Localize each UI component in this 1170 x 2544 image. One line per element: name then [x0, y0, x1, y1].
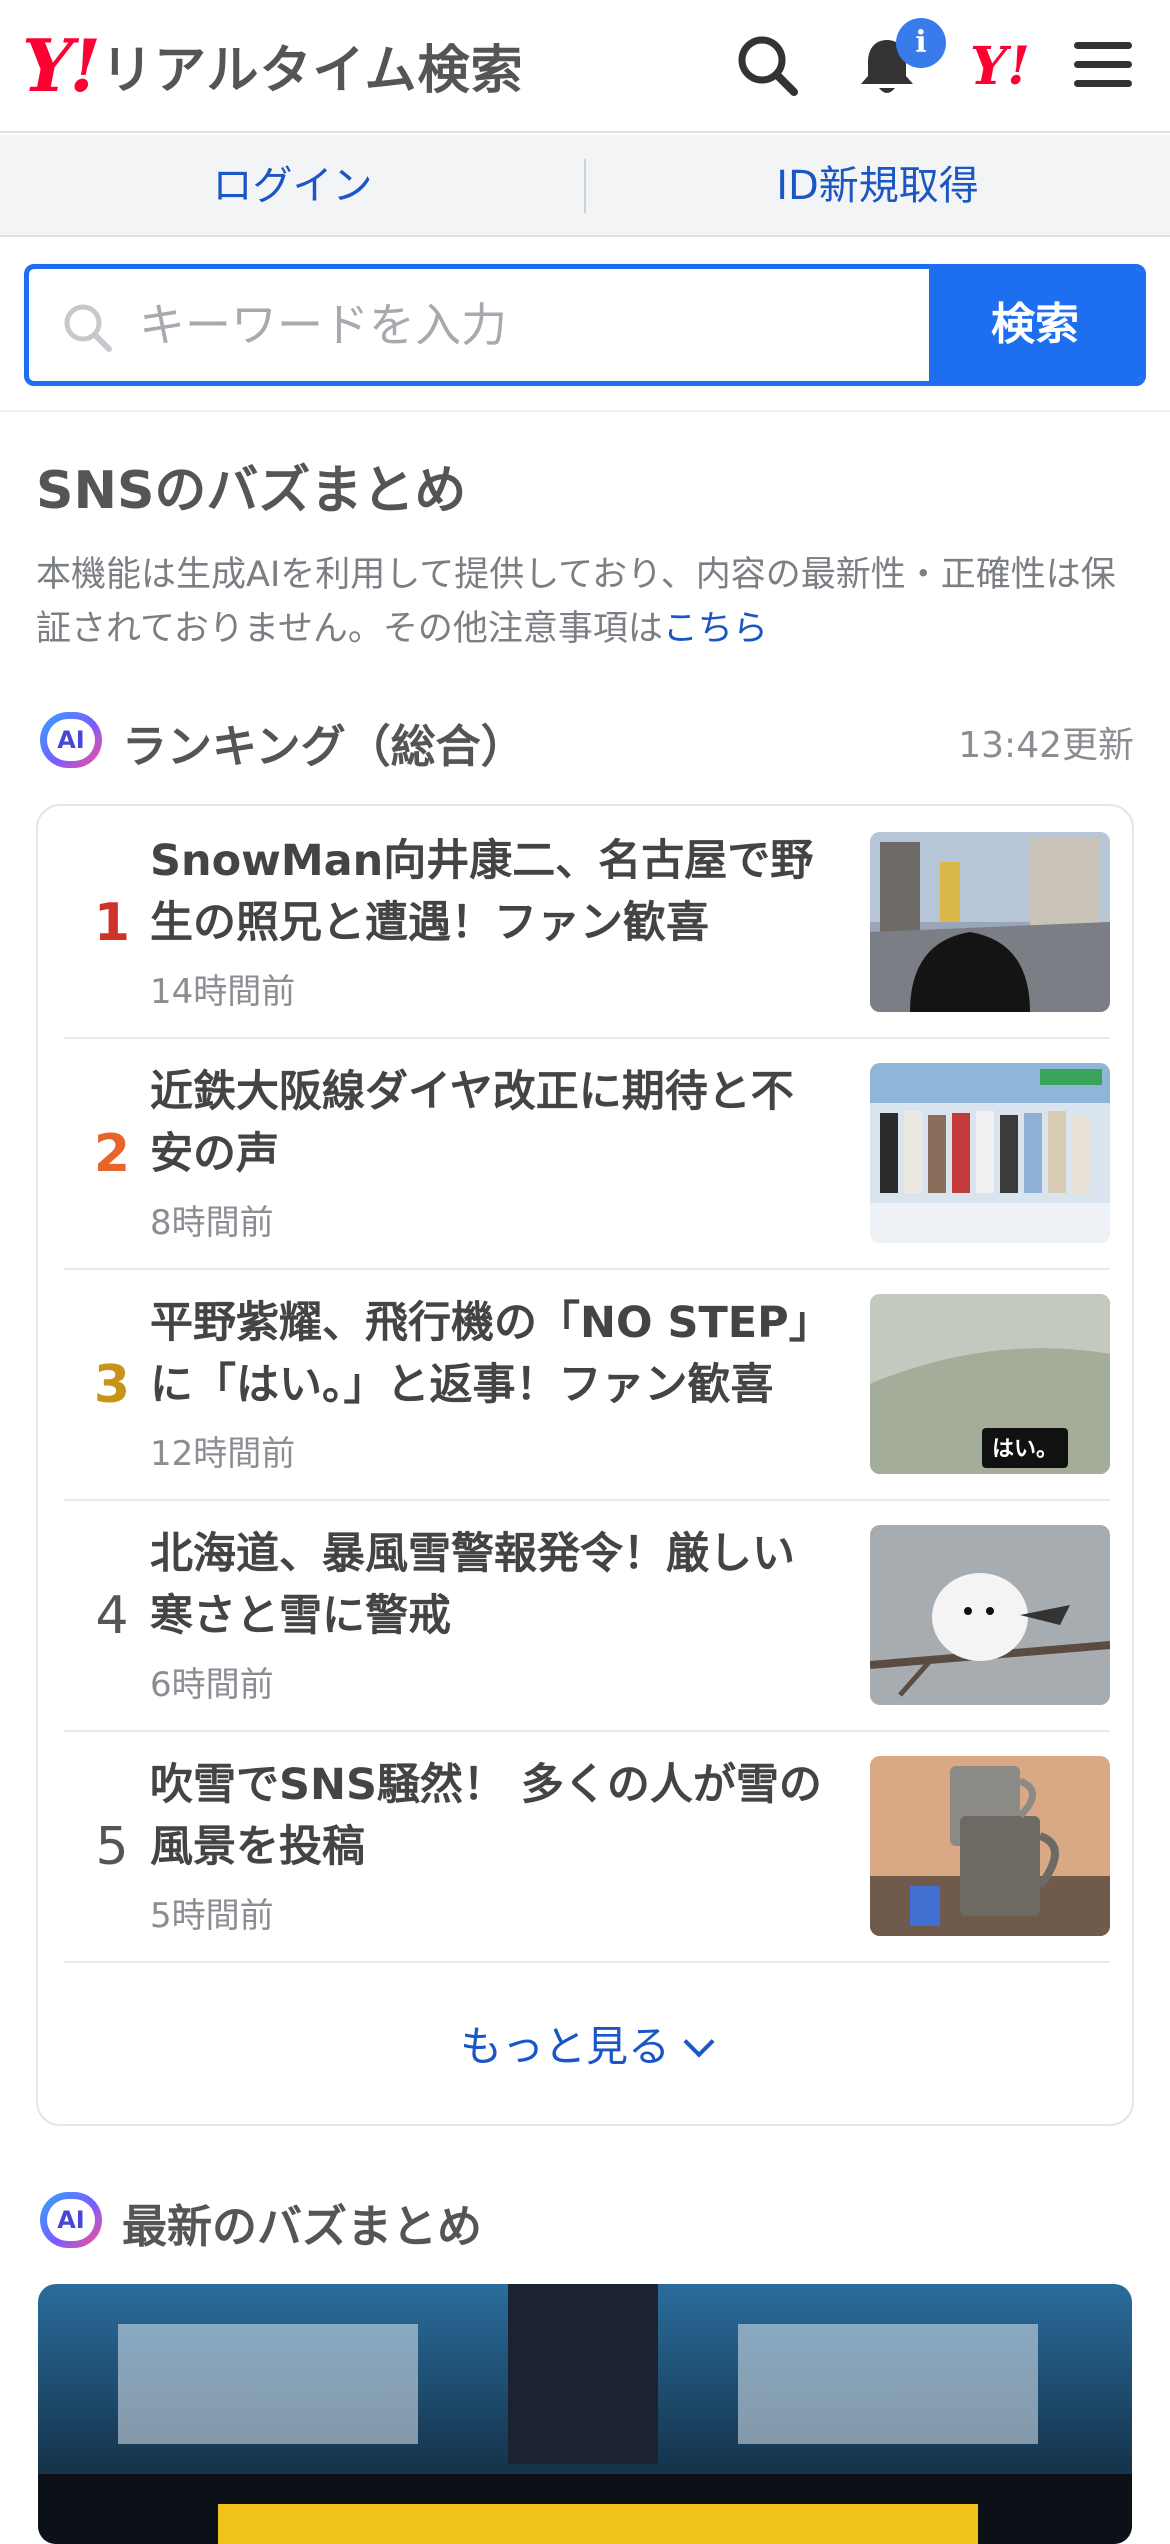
rank-number: 1 — [93, 893, 131, 953]
ranking-item-3[interactable]: 3 平野紫耀、飛行機の「NO STEP」に「はい。」と返事！ファン歓喜 12時間… — [64, 1270, 1110, 1501]
search-field-icon — [64, 304, 112, 352]
hamburger-menu-icon[interactable] — [1068, 30, 1138, 100]
site-title: リアルタイム検索 — [101, 41, 524, 101]
ranking-card: 1 SnowMan向井康二、名古屋で野生の照兄と遭遇！ファン歓喜 14時間前 2… — [36, 804, 1134, 2126]
latest-buzz-title: 最新のバズまとめ — [122, 2200, 483, 2253]
login-link[interactable]: ログイン — [0, 135, 585, 237]
ranking-time: 8時間前 — [150, 1203, 274, 1243]
ranking-item-1[interactable]: 1 SnowMan向井康二、名古屋で野生の照兄と遭遇！ファン歓喜 14時間前 — [64, 808, 1110, 1039]
latest-buzz-banner[interactable] — [38, 2284, 1132, 2544]
ranking-time: 5時間前 — [150, 1896, 274, 1936]
ranking-item-4[interactable]: 4 北海道、暴風雪警報発令！厳しい寒さと雪に警戒 6時間前 — [64, 1501, 1110, 1732]
page-title: SNSのバズまとめ — [36, 461, 467, 521]
yahoo-japan-link[interactable]: Y! — [970, 36, 1030, 97]
bird-thumbnail — [870, 1525, 1110, 1705]
search-button[interactable]: 検索 — [929, 269, 1141, 381]
ranking-headline: 平野紫耀、飛行機の「NO STEP」に「はい。」と返事！ファン歓喜 — [150, 1298, 811, 1410]
section-divider — [0, 410, 1170, 412]
search-input[interactable] — [139, 269, 949, 381]
chevron-down-icon — [683, 2026, 715, 2058]
ranking-item-5[interactable]: 5 吹雪でSNS騒然！ 多くの人が雪の風景を投稿 5時間前 — [64, 1732, 1110, 1963]
thumbnail-caption: はい。 — [992, 1437, 1058, 1462]
account-bar: ログイン ID新規取得 — [0, 135, 1170, 237]
rank-number: 2 — [93, 1124, 131, 1184]
rank-number: 3 — [93, 1355, 131, 1415]
airplane-wing-thumbnail: はい。 — [870, 1294, 1110, 1474]
yahoo-logo-mark: Y! — [22, 22, 101, 108]
ranking-headline: 吹雪でSNS騒然！ 多くの人が雪の風景を投稿 — [150, 1760, 822, 1872]
ai-disclaimer-text: 本機能は生成AIを利用して提供しており、内容の最新性・正確性は保証されておりませ… — [36, 555, 1116, 649]
ranking-time: 6時間前 — [150, 1665, 274, 1705]
search-bar: 検索 — [24, 264, 1146, 386]
group-photo-thumbnail — [870, 1063, 1110, 1243]
rank-number: 5 — [95, 1817, 129, 1877]
ai-badge-icon: AI — [40, 2192, 102, 2248]
show-more-button[interactable]: もっと見る — [38, 2013, 1132, 2074]
ranking-updated-time: 13:42更新 — [958, 725, 1134, 766]
ai-badge-label: AI — [47, 2199, 95, 2241]
ranking-time: 14時間前 — [150, 972, 296, 1012]
ranking-headline: SnowMan向井康二、名古屋で野生の照兄と遭遇！ファン歓喜 — [150, 836, 814, 948]
mugs-thumbnail — [870, 1756, 1110, 1936]
ranking-headline: 北海道、暴風雪警報発令！厳しい寒さと雪に警戒 — [150, 1529, 795, 1641]
ai-badge-icon: AI — [40, 712, 102, 768]
rank-number: 4 — [95, 1586, 129, 1646]
ranking-time: 12時間前 — [150, 1434, 296, 1474]
show-more-label: もっと見る — [459, 2022, 670, 2071]
ranking-item-2[interactable]: 2 近鉄大阪線ダイヤ改正に期待と不安の声 8時間前 — [64, 1039, 1110, 1270]
ai-badge-label: AI — [47, 719, 95, 761]
notification-badge: i — [896, 18, 946, 68]
site-logo[interactable]: Y! リアルタイム検索 — [22, 28, 523, 103]
disclaimer-details-link[interactable]: こちら — [663, 609, 768, 649]
ranking-title: ランキング（総合） — [122, 720, 526, 773]
register-link[interactable]: ID新規取得 — [585, 135, 1170, 237]
city-street-thumbnail — [870, 832, 1110, 1012]
search-icon[interactable] — [732, 30, 802, 100]
ranking-headline: 近鉄大阪線ダイヤ改正に期待と不安の声 — [150, 1067, 794, 1179]
ai-disclaimer: 本機能は生成AIを利用して提供しており、内容の最新性・正確性は保証されておりませ… — [36, 548, 1136, 656]
app-header: Y! リアルタイム検索 i Y! — [0, 0, 1170, 133]
